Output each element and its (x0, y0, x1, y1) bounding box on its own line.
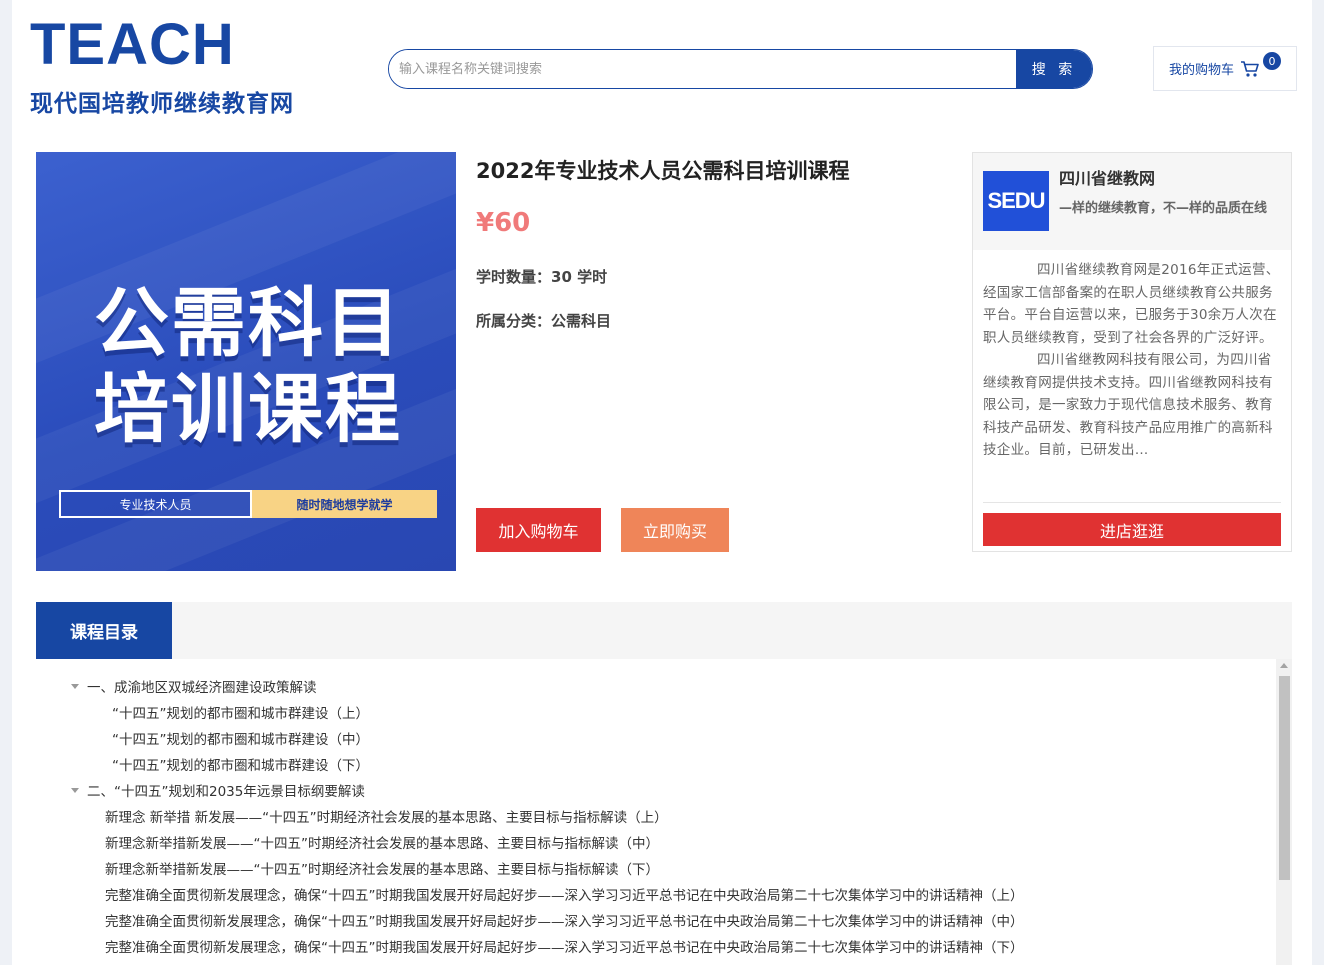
catalog-item-label: 新理念 新举措 新发展——“十四五”时期经济社会发展的基本思路、主要目标与指标解… (105, 810, 668, 826)
divider (983, 502, 1281, 503)
catalog-section[interactable]: 二、“十四五”规划和2035年远景目标纲要解读 (71, 779, 365, 805)
category-value: 公需科目 (551, 312, 612, 330)
catalog-section[interactable]: 一、成渝地区双城经济圈建设政策解读 (71, 675, 317, 701)
tab-course-catalog[interactable]: 课程目录 (36, 602, 172, 659)
catalog-lesson[interactable]: “十四五”规划的都市圈和城市群建设（下） (112, 753, 369, 779)
logo-wordmark: TEACH (30, 12, 235, 77)
store-desc-paragraph: 四川省继教网科技有限公司，为四川省继续教育网提供技术支持。四川省继教网科技有限公… (983, 352, 1273, 458)
catalog-lesson[interactable]: 完整准确全面贯彻新发展理念，确保“十四五”时期我国发展开好局起好步——深入学习习… (105, 909, 1024, 935)
store-panel: SEDU 四川省继教网 —样的继续教育，不—样的品质在线 四川省继续教育网是20… (972, 152, 1292, 552)
logo-subtitle: 现代国培教师继续教育网 (30, 91, 294, 117)
search-input[interactable] (389, 50, 1016, 88)
search-button[interactable]: 搜 索 (1016, 50, 1092, 88)
search-bar: 搜 索 (388, 49, 1093, 89)
catalog-item-label: “十四五”规划的都市圈和城市群建设（下） (112, 758, 369, 774)
cart-label: 我的购物车 (1169, 63, 1235, 78)
buy-now-button[interactable]: 立即购买 (621, 508, 729, 552)
catalog-lesson[interactable]: “十四五”规划的都市圈和城市群建设（中） (112, 727, 369, 753)
course-category: 所属分类：公需科目 (476, 310, 611, 331)
hours-value: 30 学时 (551, 268, 608, 286)
catalog-item-label: 新理念新举措新发展——“十四五”时期经济社会发展的基本思路、主要目标与指标解读（… (105, 862, 659, 878)
page: TEACH 现代国培教师继续教育网 搜 索 我的购物车 0 公需科目 培训课程 … (12, 0, 1312, 965)
catalog-item-label: 完整准确全面贯彻新发展理念，确保“十四五”时期我国发展开好局起好步——深入学习习… (105, 940, 1024, 956)
catalog-item-label: 一、成渝地区双城经济圈建设政策解读 (87, 680, 317, 696)
scroll-up-arrow-icon[interactable] (1280, 663, 1288, 668)
course-price: ¥60 (476, 208, 531, 238)
course-cover-image: 公需科目 培训课程 专业技术人员 随时随地想学就学 (36, 152, 456, 571)
catalog-tab-bar: 课程目录 (36, 602, 1292, 659)
catalog-item-label: 新理念新举措新发展——“十四五”时期经济社会发展的基本思路、主要目标与指标解读（… (105, 836, 659, 852)
course-title: 2022年专业技术人员公需科目培训课程 (476, 159, 850, 183)
course-catalog-tree: 一、成渝地区双城经济圈建设政策解读 “十四五”规划的都市圈和城市群建设（上） “十四… (36, 659, 1292, 965)
expand-arrow-icon[interactable] (71, 787, 79, 793)
category-label: 所属分类： (476, 312, 552, 330)
catalog-scrollbar[interactable] (1276, 659, 1292, 965)
cover-title-line2: 培训课程 (94, 365, 403, 453)
store-slogan: —样的继续教育，不—样的品质在线 (1059, 201, 1268, 216)
catalog-lesson[interactable]: 新理念新举措新发展——“十四五”时期经济社会发展的基本思路、主要目标与指标解读（… (105, 857, 659, 883)
visit-store-button[interactable]: 进店逛逛 (983, 513, 1281, 546)
catalog-item-label: 二、“十四五”规划和2035年远景目标纲要解读 (87, 784, 365, 800)
add-to-cart-button[interactable]: 加入购物车 (476, 508, 601, 552)
catalog-item-label: “十四五”规划的都市圈和城市群建设（上） (112, 706, 369, 722)
store-header: SEDU 四川省继教网 —样的继续教育，不—样的品质在线 (973, 153, 1291, 250)
catalog-lesson[interactable]: 新理念 新举措 新发展——“十四五”时期经济社会发展的基本思路、主要目标与指标解… (105, 805, 668, 831)
catalog-lesson[interactable]: 新理念新举措新发展——“十四五”时期经济社会发展的基本思路、主要目标与指标解读（… (105, 831, 659, 857)
course-hours: 学时数量：30 学时 (476, 266, 607, 287)
catalog-lesson[interactable]: 完整准确全面贯彻新发展理念，确保“十四五”时期我国发展开好局起好步——深入学习习… (105, 883, 1024, 909)
catalog-lesson[interactable]: “十四五”规划的都市圈和城市群建设（上） (112, 701, 369, 727)
catalog-lesson[interactable]: 完整准确全面贯彻新发展理念，确保“十四五”时期我国发展开好局起好步——深入学习习… (105, 935, 1024, 961)
cover-tag-audience: 专业技术人员 (59, 490, 252, 518)
catalog-item-label: “十四五”规划的都市圈和城市群建设（中） (112, 732, 369, 748)
shopping-cart-icon (1240, 60, 1260, 78)
hours-label: 学时数量： (476, 268, 552, 286)
catalog-item-label: 完整准确全面贯彻新发展理念，确保“十四五”时期我国发展开好局起好步——深入学习习… (105, 914, 1024, 930)
scrollbar-thumb[interactable] (1279, 676, 1290, 880)
cover-tag-slogan: 随时随地想学就学 (252, 490, 437, 518)
expand-arrow-icon[interactable] (71, 683, 79, 689)
store-logo[interactable]: SEDU (983, 171, 1049, 231)
cover-tagline: 专业技术人员 随时随地想学就学 (59, 490, 437, 518)
store-desc-paragraph: 四川省继续教育网是2016年正式运营、经国家工信部备案的在职人员继续教育公共服务… (983, 262, 1280, 346)
catalog-item-label: 完整准确全面贯彻新发展理念，确保“十四五”时期我国发展开好局起好步——深入学习习… (105, 888, 1024, 904)
store-name[interactable]: 四川省继教网 (1059, 165, 1155, 189)
store-description: 四川省继续教育网是2016年正式运营、经国家工信部备案的在职人员继续教育公共服务… (983, 259, 1283, 483)
site-logo[interactable]: TEACH 现代国培教师继续教育网 (30, 16, 340, 126)
cart-count-badge: 0 (1263, 52, 1281, 70)
